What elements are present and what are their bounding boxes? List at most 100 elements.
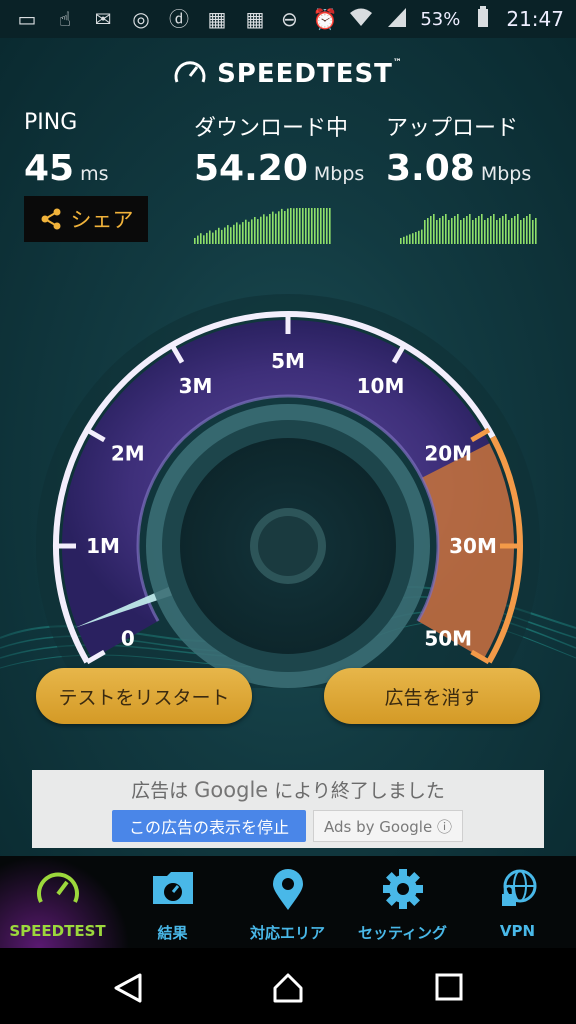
graph-bar [221,229,223,244]
share-icon [41,208,60,230]
download-value: 54.20 Mbps [194,148,364,189]
hand-icon: ☝ [58,7,72,31]
restart-test-button[interactable]: テストをリスタート [36,668,252,724]
graph-bar [490,216,492,244]
graph-bar [227,225,229,244]
graph-bar [472,220,474,244]
recents-icon[interactable] [434,972,464,1002]
graph-bar [311,208,313,244]
graph-bar [523,218,525,244]
clock: 21:47 [506,7,564,31]
graph-bar [487,218,489,244]
trademark: ™ [392,58,403,68]
graph-bar [302,208,304,244]
graph-bar [284,211,286,244]
status-bar: ▭ ☝ ✉ ◎ ⓓ ▦ ▦ ⊖ ⏰ 53% 21:47 [0,0,576,38]
ads-by-google-button[interactable]: Ads by Google ⓘ [313,810,463,842]
graph-bar [248,221,250,244]
graph-bar [314,208,316,244]
mail-icon: ✉ [94,7,112,31]
nav-label-vpn: VPN [499,922,536,940]
graph-bar [433,214,435,244]
home-icon[interactable] [272,972,304,1004]
graph-bar [520,220,522,244]
graph-bar [475,218,477,244]
graph-bar [532,220,534,244]
graph-bar [505,214,507,244]
graph-bar [260,216,262,244]
gauge-tick-label: 20M [424,442,472,466]
ping-number: 45 [24,148,75,189]
nav-item-speedtest[interactable]: SPEEDTEST [0,856,130,948]
graph-bar [263,214,265,244]
graph-bar [290,208,292,244]
graph-bar [266,216,268,244]
remove-ads-button[interactable]: 広告を消す [324,668,540,724]
graph-bar [218,227,220,244]
graph-bar [272,211,274,244]
graph-bar [278,211,280,244]
graph-bar [320,208,322,244]
gauge-tick-label: 0 [121,627,135,651]
upload-number: 3.08 [386,148,475,189]
graph-bar [430,216,432,244]
graph-bar [436,220,438,244]
graph-bar [514,216,516,244]
speed-gauge: 0 1M 2M 3M 5M 10M 20M 30M 50M [36,294,540,688]
graph-bar [323,208,325,244]
graph-bar [529,214,531,244]
share-label: シェア [70,208,134,232]
google-wordmark: Google [194,778,269,802]
graph-bar [236,222,238,244]
graph-bar [224,227,226,244]
graph-bar [281,208,283,244]
graph-bar [508,220,510,244]
graph-bar [412,233,414,244]
signal-icon [384,6,410,32]
graph-bar [451,218,453,244]
graph-bar [308,208,310,244]
graph-bar [502,216,504,244]
gear-icon [382,869,423,909]
upload-unit: Mbps [480,163,532,185]
graph-bar [439,218,441,244]
ad-banner: 広告は Google により終了しました この広告の表示を停止 Ads by G… [32,770,544,848]
graph-bar [493,214,495,244]
graph-bar [409,234,411,244]
nav-item-coverage[interactable]: 対応エリア [230,856,345,948]
graph-bar [293,208,295,244]
graph-bar [403,236,405,244]
graph-bar [517,214,519,244]
graph-bar [418,230,420,244]
graph-bar [326,208,328,244]
graph-bar [257,219,259,244]
nav-label-coverage: 対応エリア [249,924,325,942]
gauge-tick-label: 1M [86,534,120,558]
gauge-tick-label: 50M [424,627,472,651]
graph-bar [421,229,423,244]
share-button[interactable]: シェア [24,196,148,242]
upload-label: アップロード [386,116,519,141]
nav-item-vpn[interactable]: VPN [460,856,575,948]
graph-bar [400,238,402,244]
graph-bar [230,227,232,244]
battery-percent: 53% [420,8,461,30]
download-graph [194,208,331,244]
graph-bar [478,216,480,244]
ad-closed-message: 広告は Google により終了しました [32,776,544,803]
dnd-icon: ⊖ [280,7,298,31]
graph-bar [197,235,199,244]
graph-bar [526,216,528,244]
graph-bar [254,217,256,244]
graph-bar [317,208,319,244]
back-icon[interactable] [112,972,144,1004]
nav-label-results: 結果 [157,924,188,942]
graph-bar [469,214,471,244]
battery-icon [470,6,496,32]
graph-bar [427,218,429,244]
nav-item-results[interactable]: 結果 [115,856,230,948]
stop-ad-button[interactable]: この広告の表示を停止 [112,810,306,842]
graph-bar [194,238,196,244]
message-icon: ▭ [17,7,37,31]
nav-item-settings[interactable]: セッティング [345,856,460,948]
